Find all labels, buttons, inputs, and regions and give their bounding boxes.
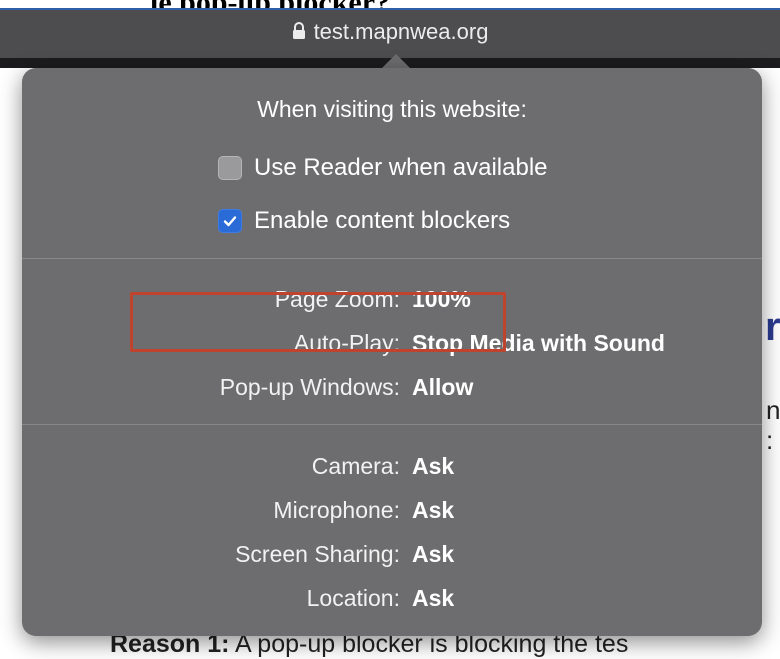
microphone-label: Microphone: bbox=[273, 497, 400, 523]
divider bbox=[22, 258, 762, 259]
popover-heading: When visiting this website: bbox=[257, 96, 527, 122]
checkmark-icon bbox=[223, 216, 237, 227]
page-text-line-1: n bbox=[766, 395, 780, 425]
screen-sharing-value[interactable]: Ask bbox=[412, 541, 454, 568]
lock-icon bbox=[292, 20, 306, 46]
screen-sharing-label: Screen Sharing: bbox=[235, 541, 400, 567]
address-bar[interactable]: test.mapnwea.org bbox=[0, 8, 780, 60]
setting-location[interactable]: Location: Ask bbox=[22, 585, 762, 615]
location-value[interactable]: Ask bbox=[412, 585, 454, 612]
url-display[interactable]: test.mapnwea.org bbox=[0, 19, 780, 46]
setting-microphone[interactable]: Microphone: Ask bbox=[22, 497, 762, 527]
popup-windows-highlight-box bbox=[130, 292, 506, 352]
use-reader-label: Use Reader when available bbox=[254, 154, 548, 181]
microphone-value[interactable]: Ask bbox=[412, 497, 454, 524]
use-reader-checkbox[interactable] bbox=[218, 156, 242, 180]
location-label: Location: bbox=[306, 585, 400, 611]
popup-windows-value[interactable]: Allow bbox=[412, 374, 473, 401]
use-reader-option[interactable]: Use Reader when available bbox=[218, 154, 548, 182]
setting-screen-sharing[interactable]: Screen Sharing: Ask bbox=[22, 541, 762, 571]
page-heading-partial: r bbox=[765, 305, 780, 349]
website-settings-popover: When visiting this website: Use Reader w… bbox=[22, 68, 762, 636]
camera-label: Camera: bbox=[311, 453, 400, 479]
page-text-partial: n : bbox=[766, 395, 780, 455]
content-blockers-checkbox[interactable] bbox=[218, 209, 242, 233]
popup-windows-label: Pop-up Windows: bbox=[219, 374, 400, 400]
page-text-line-2: : bbox=[766, 425, 774, 455]
url-text: test.mapnwea.org bbox=[313, 19, 489, 44]
setting-popup-windows[interactable]: Pop-up Windows: Allow bbox=[22, 374, 762, 404]
content-blockers-option[interactable]: Enable content blockers bbox=[218, 207, 510, 235]
content-blockers-label: Enable content blockers bbox=[254, 207, 511, 234]
divider bbox=[22, 424, 762, 425]
setting-camera[interactable]: Camera: Ask bbox=[22, 453, 762, 483]
camera-value[interactable]: Ask bbox=[412, 453, 454, 480]
